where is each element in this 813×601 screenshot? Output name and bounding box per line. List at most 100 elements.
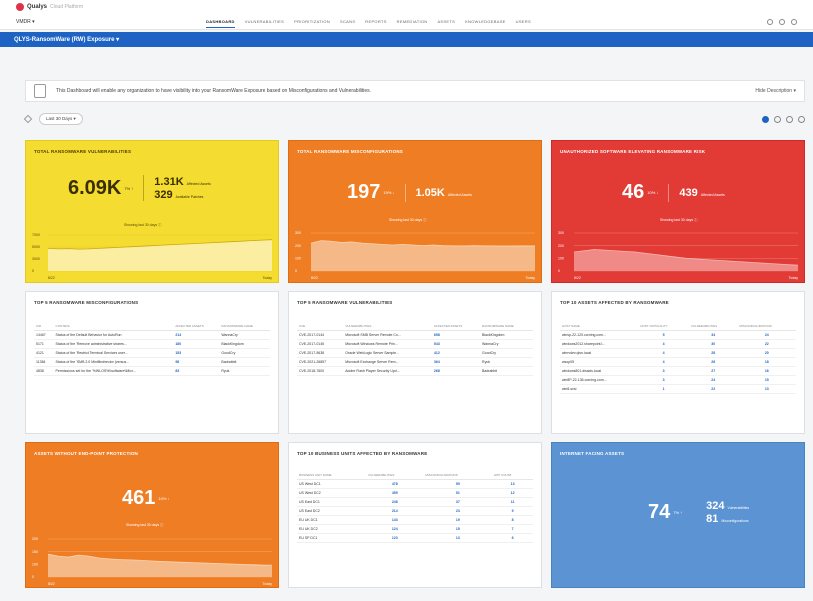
tab-scans[interactable]: SCANS: [340, 16, 355, 28]
table-cell: Permissions set for the '%WLOS%\\softwar…: [53, 366, 174, 376]
kpi-value: 461: [122, 487, 156, 509]
tab-remediation[interactable]: REMEDIATION: [397, 16, 428, 28]
add-widget-icon[interactable]: [762, 115, 769, 123]
widget-total-rw-misconfigurations[interactable]: Total Ransomware Misconfigurations 197 1…: [288, 140, 542, 283]
table-row[interactable]: CVE-2018-7600 Adobe Flash Player Security…: [297, 366, 533, 376]
widget-top10-assets[interactable]: Top 10 Assets Affected by Ransomware Hos…: [551, 291, 805, 434]
widget-total-rw-vulnerabilities[interactable]: Total Ransomware Vulnerabilities 6.09K 7…: [25, 140, 279, 283]
column-header[interactable]: Host Name: [560, 322, 639, 331]
table-cell: 658: [431, 330, 481, 340]
table-cell: 14467: [34, 330, 54, 340]
messages-icon[interactable]: [791, 18, 797, 25]
table-row[interactable]: windows2012.sharepoint.l... 4 30 22: [560, 339, 796, 349]
column-header[interactable]: Ransomware Name: [219, 322, 270, 331]
date-range-filter[interactable]: Last 30 Days ▾: [39, 113, 83, 125]
area-series: [48, 554, 272, 577]
kpi-row: 6.09K 7% ↑ 1.31K Affected Assets 329 Avail…: [68, 175, 211, 201]
kpi-delta: 7% ↑: [124, 185, 134, 191]
table-row[interactable]: windows801.disacis.local 3 27 16: [560, 366, 796, 376]
kpi-delta: 7% ↑: [673, 509, 683, 515]
table-row[interactable]: wsop05 4 26 18: [560, 357, 796, 367]
column-header[interactable]: Host Criticality: [638, 322, 689, 331]
tab-users[interactable]: USERS: [516, 16, 531, 28]
table-row[interactable]: 4121 Status of the 'Restrict Terminal Ser…: [34, 348, 270, 358]
user-icon[interactable]: [767, 18, 773, 25]
kpi-secondary: 1.05K Affected Assets: [416, 187, 472, 199]
tab-dashboard[interactable]: DASHBOARD: [206, 16, 235, 28]
y-tick-label: 300: [558, 231, 564, 235]
table-cell: winrvdev.qlsn.local: [560, 348, 639, 358]
table-row[interactable]: EU UK DC2 124 15 7: [297, 524, 533, 534]
table-row[interactable]: US East DC1 246 37 11: [297, 497, 533, 507]
module-selector[interactable]: VMDR ▾: [16, 19, 206, 25]
tab-vulnerabilities[interactable]: VULNERABILITIES: [245, 16, 284, 28]
column-header[interactable]: Business Unit Name: [297, 471, 367, 480]
column-header[interactable]: Affected Assets: [173, 322, 220, 331]
column-header[interactable]: Misconfigurations: [423, 471, 493, 480]
table-cell: CVE-2018-7600: [297, 366, 344, 376]
tab-prioritization[interactable]: PRIORITIZATION: [294, 16, 330, 28]
column-header[interactable]: Vulnerabilities: [688, 322, 738, 331]
y-tick-label: 300: [295, 231, 301, 235]
column-header[interactable]: CID: [34, 322, 54, 331]
table-row[interactable]: EU SP DC1 123 13 6: [297, 533, 533, 543]
separator: [692, 499, 696, 525]
table-row[interactable]: US West DC1 478 59 13: [297, 479, 533, 489]
module-nav-bar: VMDR ▾ DASHBOARD VULNERABILITIES PRIORIT…: [0, 14, 813, 30]
widget-top5-rw-vulnerabilities[interactable]: Top 5 Ransomware Vulnerabilities CVE Vuln…: [288, 291, 542, 434]
table-cell: 543: [431, 339, 481, 349]
column-header[interactable]: Vulnerabilities: [343, 322, 432, 331]
misconfigurations-value: 81: [706, 512, 719, 525]
table-cell: US West DC2: [297, 488, 367, 498]
table-row[interactable]: 14467 Status of the Default Behavior for …: [34, 330, 270, 340]
x-tick-label: Today: [789, 276, 799, 280]
table-cell: 18: [737, 357, 796, 367]
table-row[interactable]: win8-scsi 1 22 13: [560, 384, 796, 394]
showing-period: Showing last 30 days ⓘ: [126, 523, 164, 527]
tab-assets[interactable]: ASSETS: [437, 16, 455, 28]
column-header[interactable]: Control: [53, 322, 174, 331]
widget-internet-facing-assets[interactable]: Internet Facing Assets 74 7% ↑ 324 Vulner…: [551, 442, 805, 588]
table-row[interactable]: EU UK DC1 143 19 8: [297, 515, 533, 525]
table-row[interactable]: 5171 Status of the 'Remove administrative…: [34, 339, 270, 349]
column-header[interactable]: EPP Count: [492, 471, 533, 480]
table-row[interactable]: winrvdev.qlsn.local 4 28 20: [560, 348, 796, 358]
column-header[interactable]: Misconfigurations: [737, 322, 796, 331]
tab-reports[interactable]: REPORTS: [365, 16, 386, 28]
table-row[interactable]: CVE-2017-0145 Microsoft Windows Remote Pr…: [297, 339, 533, 349]
widget-top10-business-units[interactable]: Top 10 Business Units Affected by Ransom…: [288, 442, 542, 588]
widget-unauthorized-software[interactable]: Unauthorized Software Elevating Ransomwa…: [551, 140, 805, 283]
column-header[interactable]: Vulnerabilities: [366, 471, 424, 480]
column-header[interactable]: Ransomware Name: [480, 322, 533, 331]
kpi-value: 74: [648, 500, 671, 523]
table-row[interactable]: US West DC2 455 51 12: [297, 488, 533, 498]
table-row[interactable]: winsp-22-120.corning.com... 5 34 24: [560, 330, 796, 340]
table-cell: CVE-2017-0145: [297, 339, 344, 349]
help-icon[interactable]: [779, 18, 785, 25]
download-icon[interactable]: [786, 115, 793, 123]
widget-top5-rw-misconfigurations[interactable]: Top 5 Ransomware Misconfigurations CID Co…: [25, 291, 279, 434]
affected-assets-label: Affected Assets: [700, 192, 725, 197]
column-header[interactable]: Affected Assets: [431, 322, 481, 331]
table-cell: 3: [638, 375, 689, 385]
refresh-icon[interactable]: [774, 115, 781, 123]
x-tick-label: 8/22: [574, 276, 581, 280]
table-row[interactable]: CVE-2021-26857 Microsoft Exchange Server …: [297, 357, 533, 367]
table-row[interactable]: US East DC2 214 23 9: [297, 506, 533, 516]
misconfigurations-label: Misconfigurations: [721, 518, 749, 523]
widget-assets-without-epp[interactable]: Assets Without End-Point Protection 461 …: [25, 442, 279, 588]
table-row[interactable]: 11384 Status of the 'SMB 2.0 Minifiledire…: [34, 357, 270, 367]
x-tick-label: 8/22: [48, 276, 55, 280]
table-row[interactable]: 4838 Permissions set for the '%WLOS%\\sof…: [34, 366, 270, 376]
settings-icon[interactable]: [798, 115, 805, 123]
kpi-secondary: 1.31K Affected Assets 329 Available Patche…: [154, 176, 210, 201]
widget-title: Total Ransomware Vulnerabilities: [34, 149, 132, 154]
widget-title: Top 5 Ransomware Vulnerabilities: [297, 300, 393, 305]
table-row[interactable]: win8P-22-136.corning.com... 3 24 15: [560, 375, 796, 385]
table-row[interactable]: CVE-2017-5638 Oracle WebLogic Server Samp…: [297, 348, 533, 358]
table-row[interactable]: CVE-2017-0144 Microsoft SMB Server Remote…: [297, 330, 533, 340]
hide-description-button[interactable]: Hide Description ▾: [755, 88, 796, 94]
column-header[interactable]: CVE: [297, 322, 344, 331]
dashboard-selector[interactable]: QLYS-RansomWare (RW) Exposure ▾: [14, 36, 119, 43]
tab-knowledgebase[interactable]: KNOWLEDGEBASE: [465, 16, 506, 28]
